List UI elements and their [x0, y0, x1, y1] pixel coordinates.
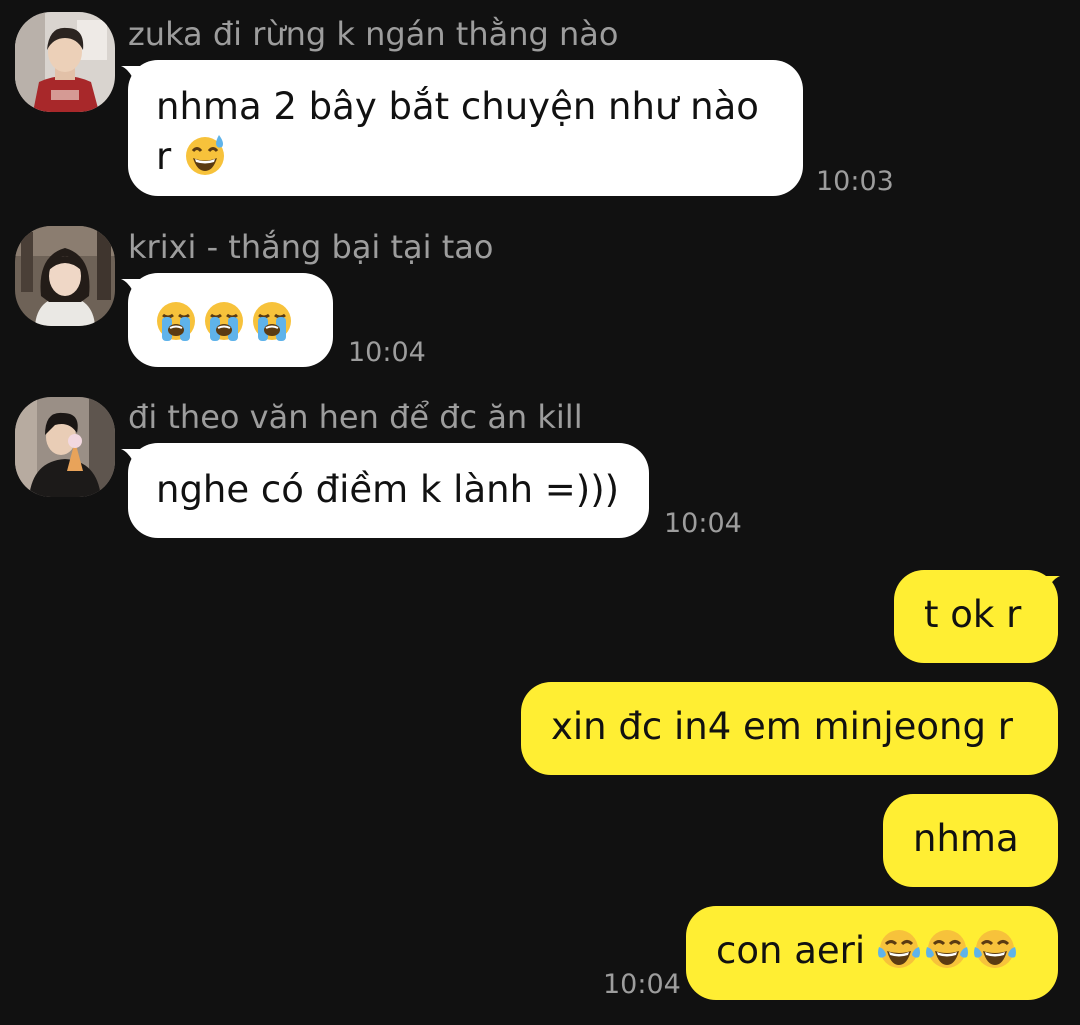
loudly-crying-emoji: [250, 299, 294, 343]
message-time: 10:03: [816, 166, 894, 197]
message-bubble[interactable]: [128, 273, 333, 367]
sender-name: đi theo văn hen để đc ăn kill: [128, 398, 583, 436]
grinning-sweat-emoji: [183, 133, 227, 177]
tears-of-joy-emoji: [973, 927, 1017, 971]
sender-name: zuka đi rừng k ngán thằng nào: [128, 15, 619, 53]
message-bubble[interactable]: nghe có điềm k lành =))): [128, 443, 649, 538]
avatar-krixi[interactable]: [15, 226, 115, 326]
sender-name: krixi - thắng bại tại tao: [128, 228, 494, 266]
message-text: xin đc in4 em minjeong r: [551, 705, 1013, 748]
avatar-di-theo-van-hen[interactable]: [15, 397, 115, 497]
avatar-zuka[interactable]: [15, 12, 115, 112]
message-text: r: [156, 135, 172, 178]
message-text: nhma: [913, 817, 1019, 860]
message-bubble[interactable]: xin đc in4 em minjeong r: [521, 682, 1058, 775]
message-time: 10:04: [603, 969, 681, 1000]
message-text: con aeri: [716, 929, 866, 972]
message-bubble[interactable]: nhma 2 bây bắt chuyện như nào r: [128, 60, 803, 196]
loudly-crying-emoji: [154, 299, 198, 343]
message-text: nghe có điềm k lành =))): [156, 468, 620, 511]
message-time: 10:04: [348, 337, 426, 368]
tears-of-joy-emoji: [877, 927, 921, 971]
tears-of-joy-emoji: [925, 927, 969, 971]
message-bubble[interactable]: t ok r: [894, 570, 1058, 663]
message-text: t ok r: [924, 593, 1022, 636]
message-text: nhma 2 bây bắt chuyện như nào: [156, 85, 759, 128]
loudly-crying-emoji: [202, 299, 246, 343]
message-bubble[interactable]: nhma: [883, 794, 1058, 887]
message-bubble[interactable]: con aeri: [686, 906, 1058, 1000]
message-time: 10:04: [664, 508, 742, 539]
